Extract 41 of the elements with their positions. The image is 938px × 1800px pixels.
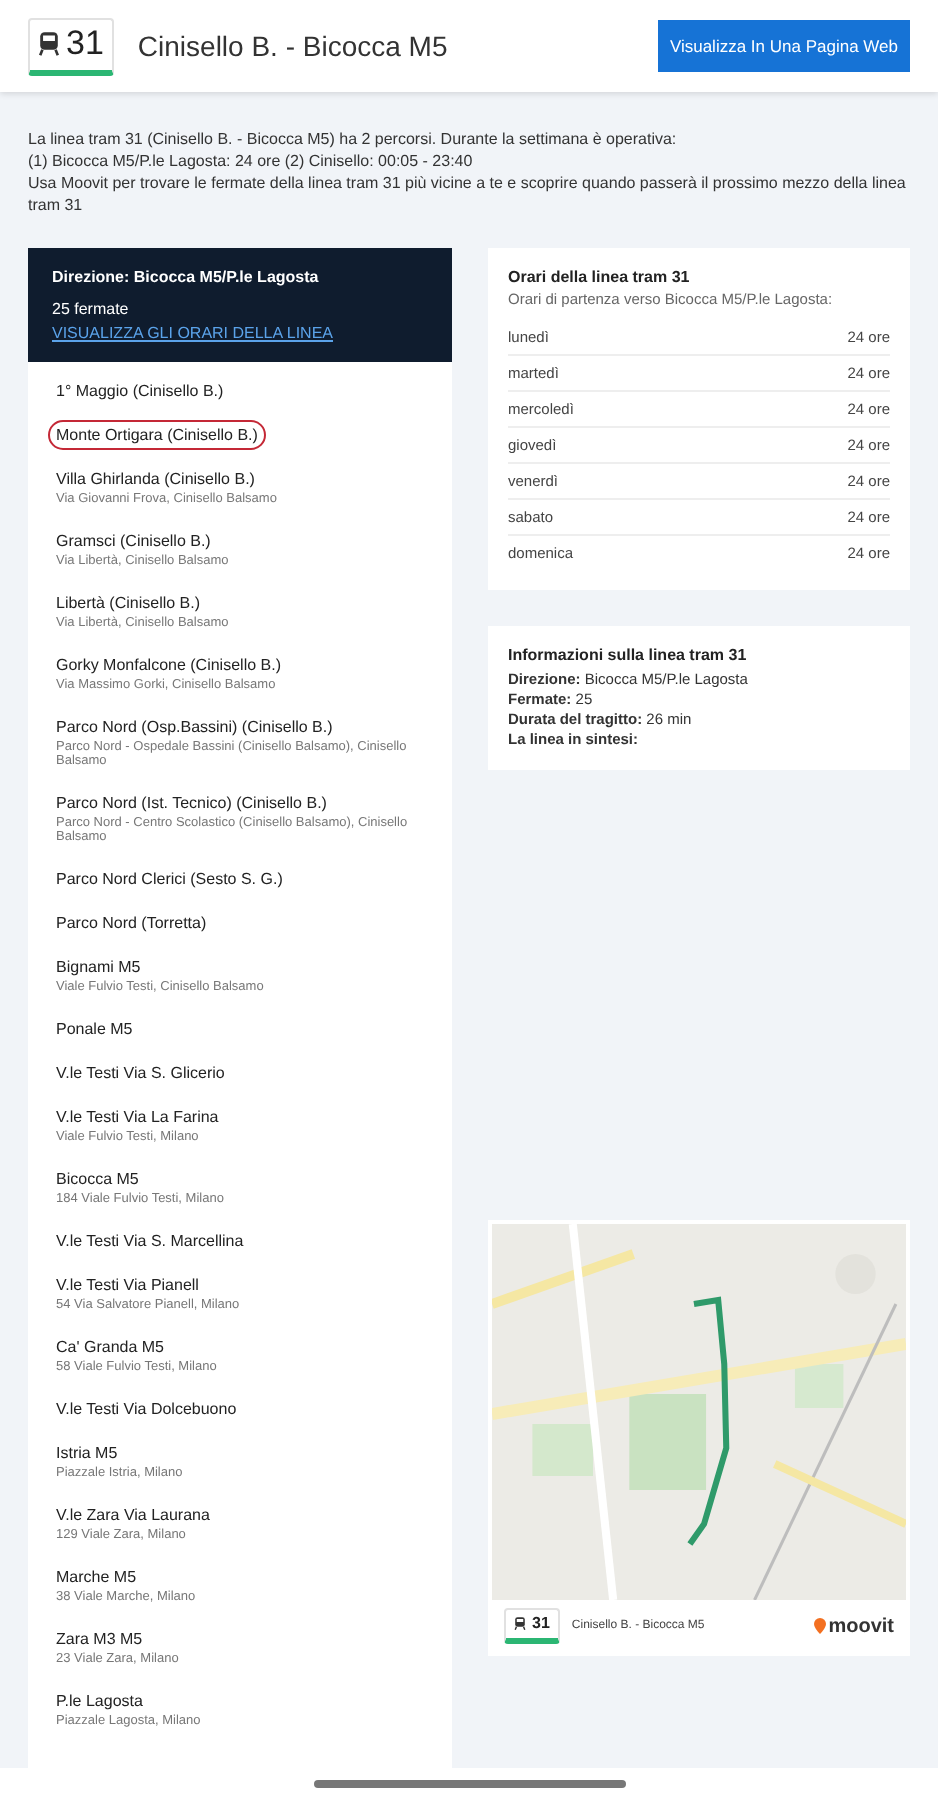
home-indicator[interactable] [313, 1780, 625, 1788]
stop-name[interactable]: Villa Ghirlanda (Cinisello B.) [56, 470, 255, 488]
stop-name[interactable]: V.le Testi Via La Farina [56, 1108, 219, 1126]
tram-icon [514, 1615, 526, 1631]
timetable-link[interactable]: VISUALIZZA GLI ORARI DELLA LINEA [52, 324, 428, 342]
stop-name[interactable]: Parco Nord Clerici (Sesto S. G.) [56, 870, 283, 888]
stop-name[interactable]: Ponale M5 [56, 1020, 133, 1038]
stop-name[interactable]: 1° Maggio (Cinisello B.) [56, 382, 224, 400]
stop-name[interactable]: V.le Testi Via S. Marcellina [56, 1232, 244, 1250]
stop-count: 25 fermate [52, 300, 131, 318]
card-title: Informazioni sulla linea tram 31 [508, 646, 749, 664]
intro-text: Usa Moovit per trovare le fermate della linea tram 31 più vicine a te e scoprire quando passerà il prossimo mezzo della linea tram 31 [28, 172, 908, 216]
stop-name[interactable]: Bignami M5 [56, 958, 141, 976]
stop-name[interactable]: Bicocca M5 [56, 1170, 139, 1188]
stop-name[interactable]: V.le Testi Via S. Glicerio [56, 1064, 225, 1082]
stop-name[interactable]: Marche M5 [56, 1568, 137, 1586]
stop-name[interactable]: Parco Nord (Osp.Bassini) (Cinisello B.) [56, 718, 333, 736]
stop-name[interactable]: V.le Testi Via Pianell [56, 1276, 199, 1294]
stop-name[interactable]: V.le Testi Via Dolcebuono [56, 1400, 237, 1418]
stop-name[interactable]: Parco Nord (Ist. Tecnico) (Cinisello B.) [56, 794, 327, 812]
tram-icon [38, 29, 60, 57]
circled-stop-name[interactable]: Monte Ortigara (Cinisello B.) [48, 420, 266, 450]
line-number: 31 [532, 1614, 550, 1632]
stop-name[interactable]: Parco Nord (Torretta) [56, 914, 207, 932]
intro-text: La linea tram 31 (Cinisello B. - Bicocca M5) ha 2 percorsi. Durante la settimana è operativa: [28, 128, 679, 150]
stop-name[interactable]: Gramsci (Cinisello B.) [56, 532, 211, 550]
stop-name[interactable]: V.le Zara Via Laurana [56, 1506, 210, 1524]
direction-title: Direzione: Bicocca M5/P.le Lagosta [52, 268, 321, 286]
page-title: Cinisello B. - Bicocca M5 [137, 30, 450, 62]
stop-name[interactable]: P.le Lagosta [56, 1692, 143, 1710]
stop-name[interactable]: Gorky Monfalcone (Cinisello B.) [56, 656, 281, 674]
stop-name[interactable]: Zara M3 M5 [56, 1630, 143, 1648]
card-title: Orari della linea tram 31 [508, 268, 692, 286]
line-number: 31 [66, 23, 104, 63]
logo-text: moovit [828, 1615, 894, 1637]
stop-name[interactable]: Istria M5 [56, 1444, 118, 1462]
pin-icon [814, 1618, 827, 1634]
web-page-button[interactable]: Visualizza In Una Pagina Web [657, 20, 910, 72]
stop-name[interactable]: Ca' Granda M5 [56, 1338, 164, 1356]
stop-name[interactable]: Libertà (Cinisello B.) [56, 594, 201, 612]
intro-text: (1) Bicocca M5/P.le Lagosta: 24 ore (2) Cinisello: 00:05 - 23:40 [28, 150, 475, 172]
